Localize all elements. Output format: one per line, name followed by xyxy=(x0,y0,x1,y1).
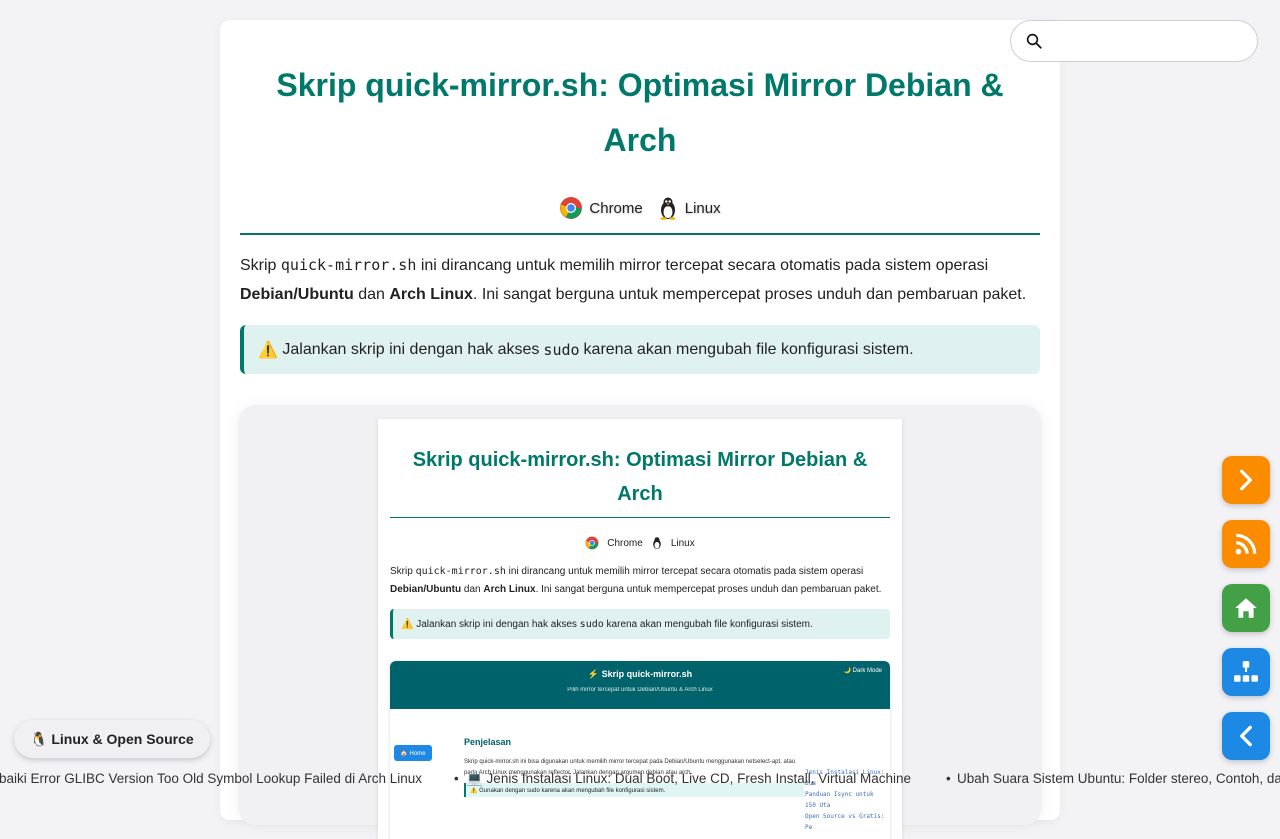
inline-code: sudo xyxy=(579,618,604,630)
platform-label: Chrome xyxy=(589,199,643,217)
tux-icon xyxy=(653,537,661,549)
preview-app-header: ⚡ Skrip quick-mirror.sh Pilih mirror ter… xyxy=(390,661,890,709)
title-divider xyxy=(240,233,1040,235)
platform-linux: Linux xyxy=(657,196,721,220)
note-text: Jalankan skrip ini dengan hak akses xyxy=(416,618,577,630)
platform-badges: Chrome Linux xyxy=(220,194,1060,222)
warning-icon: ⚠️ xyxy=(401,618,414,630)
warning-icon: ⚠️ xyxy=(258,341,278,359)
inline-code: quick-mirror.sh xyxy=(280,256,417,274)
search-box[interactable] xyxy=(1010,20,1258,62)
search-icon xyxy=(1026,33,1042,49)
news-ticker: Perbaiki Error GLIBC Version Too Old Sym… xyxy=(0,768,1280,792)
platform-label: Linux xyxy=(684,199,721,217)
intro-text: dan xyxy=(353,286,390,303)
intro-text: . Ini sangat berguna untuk mempercepat p… xyxy=(472,286,1027,303)
preview-title: Skrip quick-mirror.sh: Optimasi Mirror D… xyxy=(412,449,868,505)
intro-text: ini dirancang untuk memilih mirror terce… xyxy=(416,257,989,274)
note-text: karena akan mengubah file konfigurasi si… xyxy=(583,340,914,358)
inline-code: sudo xyxy=(543,340,580,359)
chevron-left-icon xyxy=(1240,725,1252,747)
search-input[interactable] xyxy=(1051,32,1257,50)
intro-text: ini dirancang untuk memilih mirror terce… xyxy=(505,566,864,577)
preview-body-line: Skrip quick-mirror.sh ini bisa digunakan… xyxy=(464,759,796,765)
preview-section-title: Penjelasan xyxy=(464,737,512,747)
preview-app: ⚡ Skrip quick-mirror.sh Pilih mirror ter… xyxy=(390,661,890,839)
ticker-item[interactable]: Ubah Suara Sistem Ubuntu: Folder stereo,… xyxy=(957,771,1280,786)
home-icon xyxy=(1235,598,1257,618)
note-text: karena akan mengubah file konfigurasi si… xyxy=(606,618,813,630)
next-post-button[interactable] xyxy=(1222,456,1270,504)
ticker-item[interactable]: Perbaiki Error GLIBC Version Too Old Sym… xyxy=(0,771,422,786)
category-tag[interactable]: 🐧 Linux & Open Source xyxy=(14,720,210,758)
intro-text: Skrip xyxy=(240,257,281,274)
preview-note: ⚠️ Jalankan skrip ini dengan hak akses s… xyxy=(390,609,890,639)
home-button[interactable] xyxy=(1222,584,1270,632)
chevron-right-icon xyxy=(1240,469,1252,491)
page-title: Skrip quick-mirror.sh: Optimasi Mirror D… xyxy=(276,67,1004,158)
ticker-bullet: • xyxy=(454,771,459,786)
preview-frame: Skrip quick-mirror.sh: Optimasi Mirror D… xyxy=(238,405,1042,839)
chrome-icon xyxy=(560,197,583,219)
preview-app-title: ⚡ Skrip quick-mirror.sh xyxy=(587,669,693,679)
preview-platforms: Chrome Linux xyxy=(378,534,902,552)
preview-dark-mode: 🌙 Dark Mode xyxy=(843,668,882,674)
inline-code: quick-mirror.sh xyxy=(415,566,506,577)
rss-feed-button[interactable] xyxy=(1222,520,1270,568)
preview-app-subtitle: Pilih mirror tercepat untuk Debian/Ubunt… xyxy=(567,687,713,693)
intro-text: Skrip xyxy=(390,566,416,577)
sitemap-icon xyxy=(1234,661,1258,682)
preview-side-link: Panduan Isync untuk 150 Uta xyxy=(805,791,874,809)
bold-arch: Arch Linux xyxy=(389,286,473,303)
tux-icon xyxy=(660,197,676,220)
warning-note: ⚠️ Jalankan skrip ini dengan hak akses s… xyxy=(240,325,1040,374)
intro-text: dan xyxy=(461,584,484,595)
previous-post-button[interactable] xyxy=(1222,712,1270,760)
ticker-bullet: • xyxy=(946,771,951,786)
note-text: Jalankan skrip ini dengan hak akses xyxy=(282,340,540,358)
intro-paragraph: Skrip quick-mirror.sh ini dirancang untu… xyxy=(240,251,1040,309)
platform-chrome: Chrome xyxy=(559,196,643,220)
preview-side-link: Open Source vs Gratis: Pe xyxy=(805,813,885,831)
preview-divider xyxy=(390,517,890,518)
platform-label: Chrome xyxy=(607,537,643,549)
platform-label: Linux xyxy=(670,537,695,549)
bold-debian: Debian/Ubuntu xyxy=(390,584,462,595)
bold-arch: Arch Linux xyxy=(483,584,536,595)
article-card: Skrip quick-mirror.sh: Optimasi Mirror D… xyxy=(220,20,1060,839)
chrome-icon xyxy=(585,536,599,550)
sitemap-button[interactable] xyxy=(1222,648,1270,696)
bold-debian: Debian/Ubuntu xyxy=(240,286,354,303)
rss-icon xyxy=(1235,533,1257,555)
ticker-item[interactable]: 💻 Jenis Instalasi Linux: Dual Boot, Live… xyxy=(466,771,911,787)
preview-home-button: 🏠 Home xyxy=(394,745,432,761)
intro-text: . Ini sangat berguna untuk mempercepat p… xyxy=(535,584,882,595)
preview-intro: Skrip quick-mirror.sh ini dirancang untu… xyxy=(390,563,890,599)
